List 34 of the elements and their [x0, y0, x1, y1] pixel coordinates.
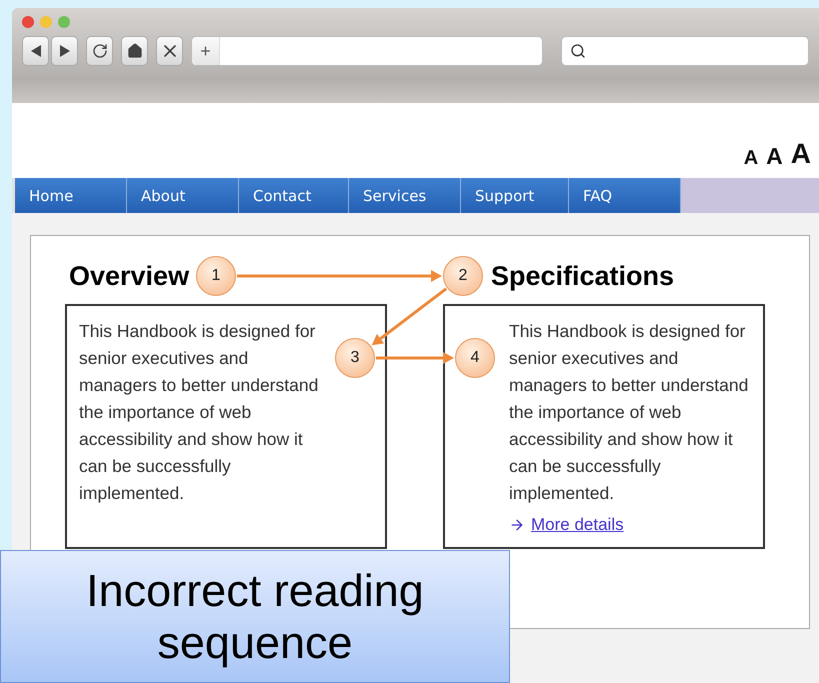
font-size-button[interactable]: A: [766, 145, 783, 168]
nav-item[interactable]: About: [127, 178, 239, 213]
step-marker: 1: [196, 256, 236, 296]
forward-icon: [60, 45, 70, 57]
font-size-button[interactable]: A: [744, 148, 758, 168]
caption-text: Incorrect reading sequence: [0, 550, 510, 683]
reload-icon: [92, 43, 108, 59]
section-heading: Overview: [69, 260, 190, 293]
forward-button[interactable]: [51, 36, 78, 66]
description-text: This Handbook is designed for senior executives and managers to better understand the importance of web accessibility and show how it can be successfully implemented.: [79, 320, 320, 505]
step-marker: 4: [455, 338, 495, 378]
home-icon: [126, 43, 142, 59]
search-icon: [570, 43, 586, 59]
step-marker: 3: [335, 338, 375, 378]
nav-item[interactable]: Support: [461, 178, 569, 213]
section-heading: Specifications: [491, 260, 674, 293]
back-icon: [30, 45, 40, 57]
home-button[interactable]: [121, 36, 148, 66]
nav-item[interactable]: Contact: [239, 178, 349, 213]
more-details-link[interactable]: More details: [531, 515, 624, 535]
stop-button[interactable]: [156, 36, 183, 66]
nav-item[interactable]: FAQ: [569, 178, 681, 213]
search-field[interactable]: [561, 36, 809, 66]
reload-button[interactable]: [86, 36, 113, 66]
nav-item[interactable]: Services: [349, 178, 461, 213]
close-icon[interactable]: [22, 16, 34, 28]
add-button[interactable]: +: [192, 37, 220, 65]
address-field[interactable]: +: [191, 36, 543, 66]
description-text: This Handbook is designed for senior executives and managers to better understand the importance of web accessibility and show how it can be successfully implemented.: [509, 320, 750, 505]
back-button[interactable]: [22, 36, 49, 66]
nav-item[interactable]: Home: [15, 178, 127, 213]
arrow-icon: [509, 517, 525, 533]
step-marker: 2: [443, 256, 483, 296]
font-size-button[interactable]: A: [790, 140, 811, 168]
